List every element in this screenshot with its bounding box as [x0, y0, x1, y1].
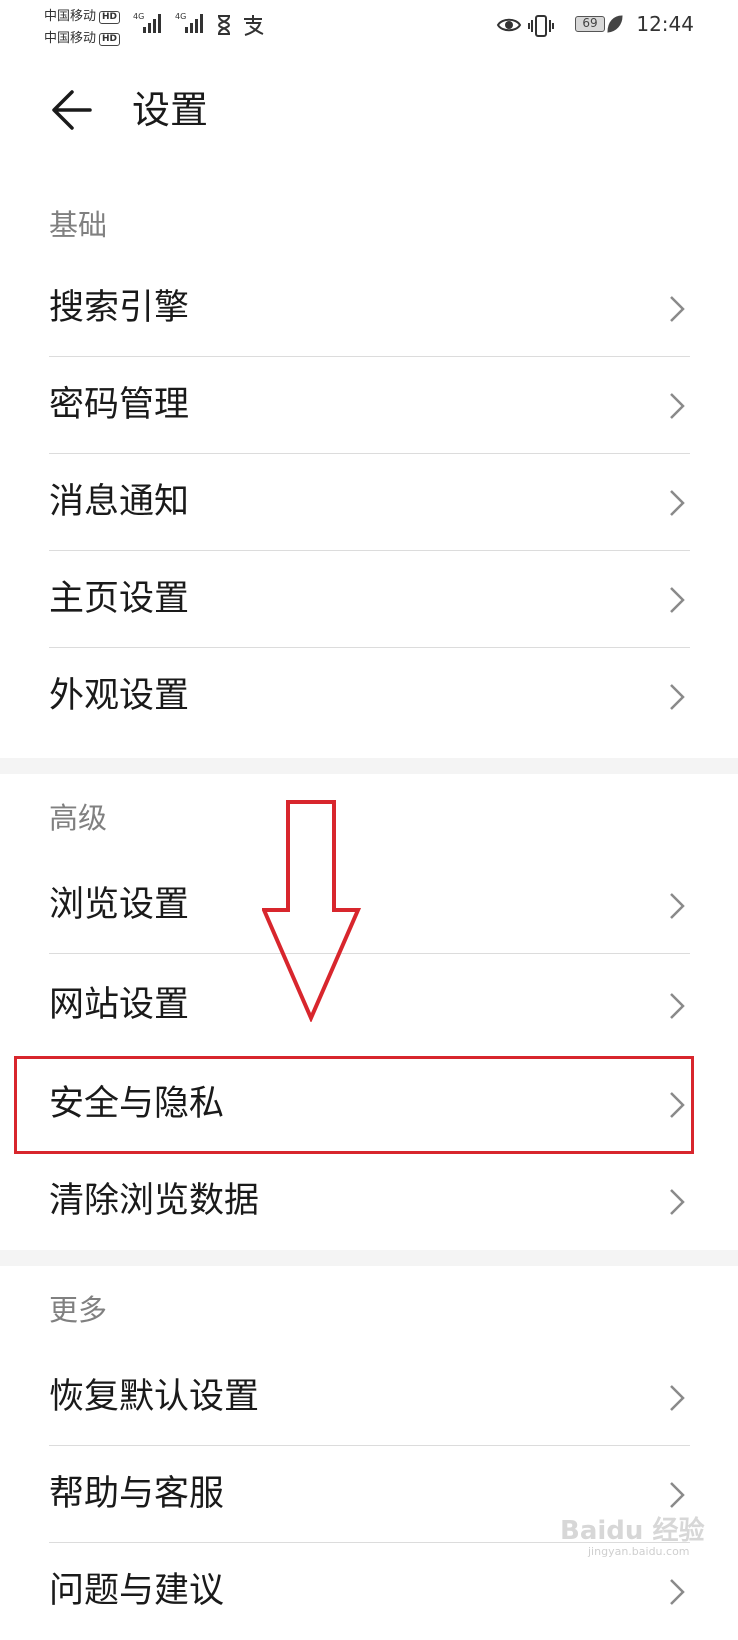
vibrate-icon: [528, 15, 554, 37]
section-separator: [0, 758, 738, 774]
app-header: 设置: [0, 60, 738, 160]
settings-item-label: 帮助与客服: [49, 1474, 225, 1514]
divider: [49, 953, 690, 954]
settings-item-browsing[interactable]: 浏览设置: [0, 857, 738, 954]
carrier-1: 中国移动 HD: [44, 5, 121, 24]
watermark-brand: Baidu 经验: [560, 1516, 705, 1546]
chevron-right-icon: [670, 587, 685, 613]
settings-item-homepage[interactable]: 主页设置: [0, 551, 738, 648]
settings-item-label: 网站设置: [49, 985, 190, 1025]
battery-icon: 69: [575, 16, 605, 32]
alipay-icon: [244, 15, 264, 36]
carrier-1-label: 中国移动: [44, 9, 97, 24]
chevron-right-icon: [670, 393, 685, 419]
section-separator: [0, 1250, 738, 1266]
settings-item-notifications[interactable]: 消息通知: [0, 454, 738, 551]
chevron-right-icon: [670, 296, 685, 322]
battery-level: 69: [582, 16, 598, 30]
settings-item-label: 消息通知: [49, 482, 190, 522]
eye-icon: [496, 18, 522, 32]
settings-item-label: 恢复默认设置: [49, 1377, 260, 1417]
down-arrow-annotation: [262, 800, 362, 1022]
signal-1-icon: [143, 14, 161, 33]
chevron-right-icon: [670, 993, 685, 1019]
chevron-right-icon: [670, 490, 685, 516]
watermark-url: jingyan.baidu.com: [588, 1545, 690, 1558]
settings-item-reset[interactable]: 恢复默认设置: [0, 1349, 738, 1446]
back-arrow-icon[interactable]: [48, 84, 96, 136]
highlight-box: [14, 1056, 694, 1154]
settings-item-search-engine[interactable]: 搜索引擎: [0, 260, 738, 357]
carrier-2: 中国移动 HD: [44, 27, 121, 46]
settings-item-label: 浏览设置: [49, 885, 190, 925]
chevron-right-icon: [670, 1385, 685, 1411]
signal-2-icon: [185, 14, 203, 33]
baidu-watermark: Baidu 经验 jingyan.baidu.com: [560, 1510, 704, 1558]
chevron-right-icon: [670, 1189, 685, 1215]
chevron-right-icon: [670, 1579, 685, 1605]
section-label-basic: 基础: [49, 208, 108, 242]
settings-item-label: 主页设置: [49, 579, 190, 619]
settings-item-label: 外观设置: [49, 676, 190, 716]
carrier-2-label: 中国移动: [44, 31, 97, 46]
settings-item-label: 搜索引擎: [49, 288, 190, 328]
hd-badge: HD: [99, 11, 121, 24]
chevron-right-icon: [670, 1482, 685, 1508]
settings-item-label: 清除浏览数据: [49, 1181, 260, 1221]
section-label-advanced: 高级: [49, 801, 108, 835]
settings-item-clear-data[interactable]: 清除浏览数据: [0, 1153, 738, 1250]
settings-item-site-settings[interactable]: 网站设置: [0, 957, 738, 1054]
settings-item-password[interactable]: 密码管理: [0, 357, 738, 454]
clock: 12:44: [636, 12, 694, 36]
settings-item-label: 密码管理: [49, 385, 190, 425]
leaf-icon: [607, 15, 623, 33]
hourglass-icon: [217, 15, 231, 35]
settings-item-appearance[interactable]: 外观设置: [0, 648, 738, 745]
hd-badge: HD: [99, 33, 121, 46]
chevron-right-icon: [670, 684, 685, 710]
page-title: 设置: [132, 88, 209, 132]
section-label-more: 更多: [49, 1293, 108, 1327]
settings-item-label: 问题与建议: [49, 1571, 225, 1611]
status-bar: 中国移动 HD 中国移动 HD 4G 4G 69 12:44: [0, 0, 738, 52]
chevron-right-icon: [670, 893, 685, 919]
